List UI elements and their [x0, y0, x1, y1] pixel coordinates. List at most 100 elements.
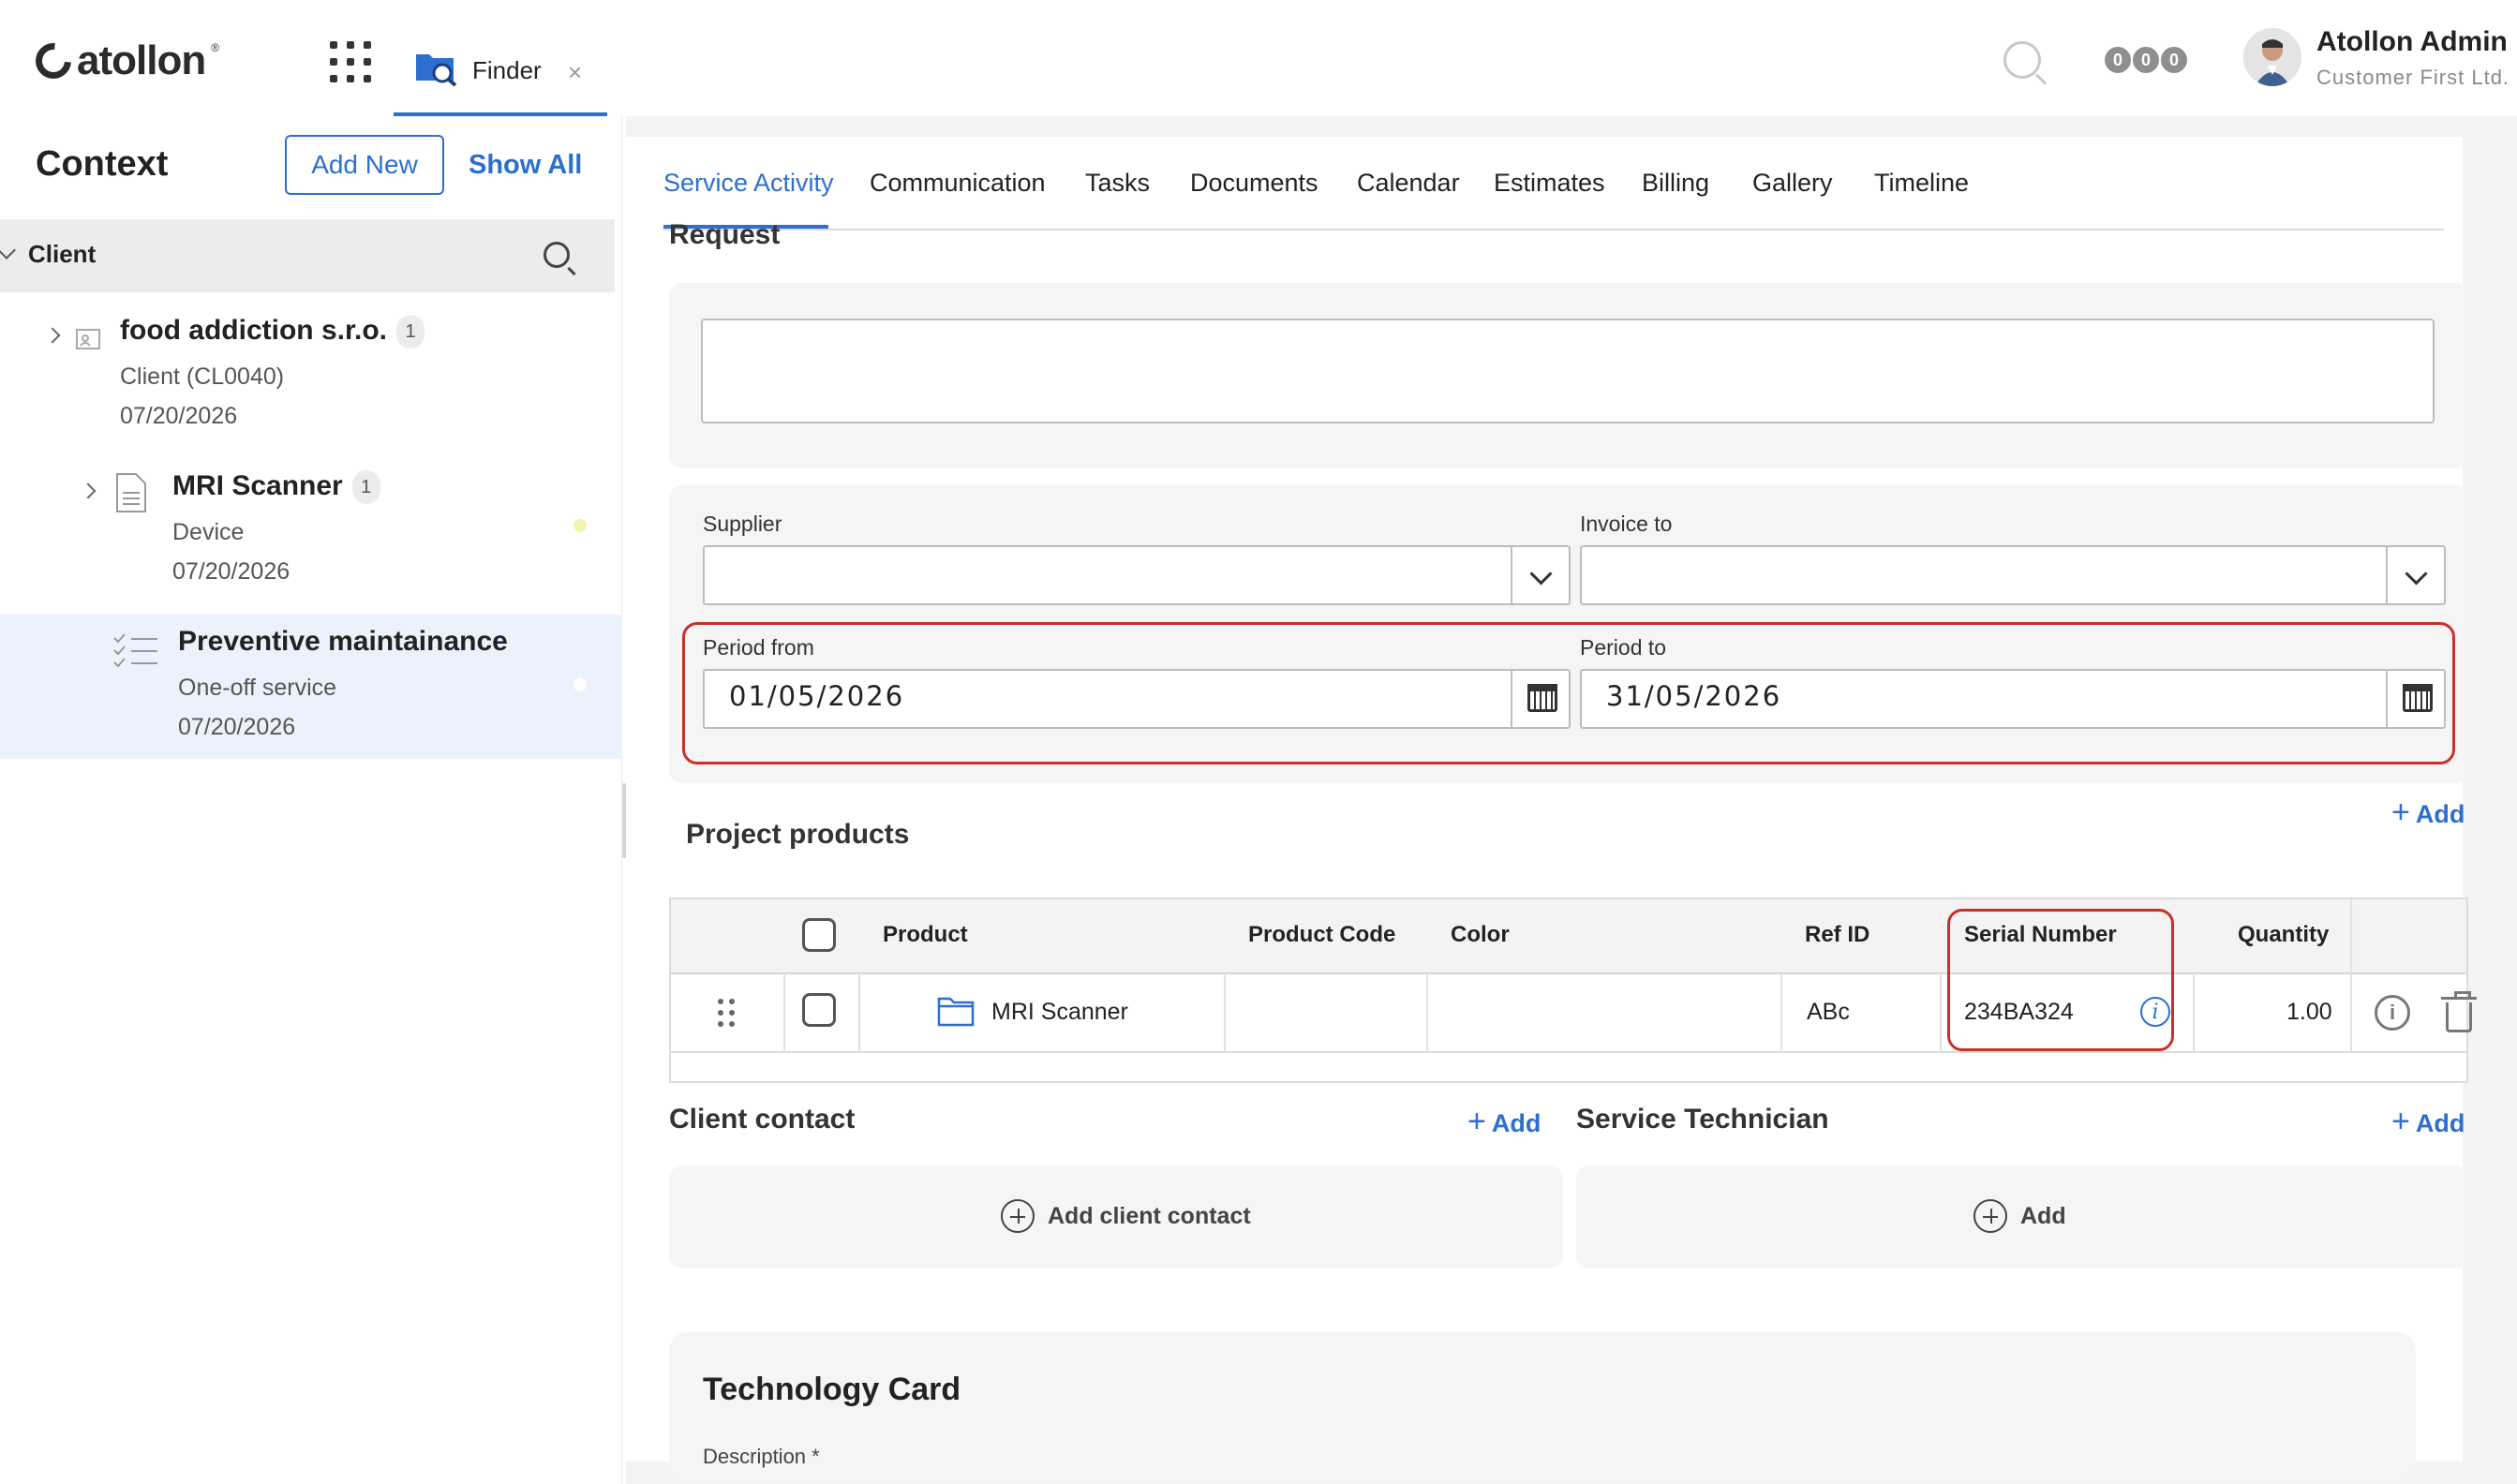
supplier-select[interactable]: [703, 545, 1571, 605]
tree-item-subtitle: Device: [172, 519, 245, 545]
add-client-contact-link[interactable]: + Add: [1467, 1104, 1541, 1140]
table-row[interactable]: MRI Scanner ABc 234BA324 i 1.00 i: [671, 974, 2477, 1053]
plus-icon: +: [1467, 1104, 1486, 1139]
trash-icon[interactable]: [2441, 991, 2477, 1032]
add-service-technician-button[interactable]: Add: [1973, 1199, 2066, 1233]
supplier-label: Supplier: [703, 512, 782, 536]
checklist-icon: [113, 633, 157, 667]
tab-bar: Service Activity Communication Tasks Doc…: [663, 156, 2444, 230]
plus-icon: +: [2391, 794, 2410, 830]
project-products-title: Project products: [686, 819, 910, 850]
chevron-down-icon[interactable]: [1511, 547, 1569, 603]
client-search-icon[interactable]: [544, 242, 570, 268]
top-bar: atollon ® Finder × 0 0 0 Atollon Admin C…: [0, 0, 2517, 116]
drag-handle-icon[interactable]: [718, 999, 737, 1027]
description-label-text: Description: [703, 1445, 807, 1468]
count-badge: 1: [351, 470, 380, 505]
products-table: Product Product Code Color Ref ID Serial…: [669, 898, 2477, 1083]
notification-count[interactable]: 0: [2103, 45, 2133, 75]
context-title: Context: [36, 144, 169, 184]
technology-card: Technology Card Description *: [669, 1332, 2416, 1482]
notification-counters[interactable]: 0 0 0: [2103, 45, 2189, 75]
tab-finder[interactable]: Finder ×: [394, 0, 607, 116]
client-contact-card: Add client contact: [669, 1165, 1563, 1269]
tree-item-subtitle: Client (CL0040): [120, 364, 285, 390]
column-divider: [1780, 974, 1782, 1053]
column-header-product[interactable]: Product: [883, 922, 968, 948]
global-search-icon[interactable]: [2003, 41, 2041, 79]
atollon-logo[interactable]: atollon ®: [28, 36, 220, 86]
logo-registered-mark: ®: [211, 41, 220, 54]
cell-ref-id[interactable]: ABc: [1807, 999, 1850, 1026]
chevron-down-icon[interactable]: [2386, 547, 2444, 603]
technology-card-title: Technology Card: [703, 1372, 961, 1407]
tab-communication[interactable]: Communication: [870, 169, 1046, 198]
column-header-product-code[interactable]: Product Code: [1248, 922, 1395, 948]
cell-quantity[interactable]: 1.00: [2286, 999, 2332, 1026]
close-icon[interactable]: ×: [568, 58, 582, 87]
period-highlight-box: [682, 622, 2455, 764]
cell-product[interactable]: MRI Scanner: [991, 999, 1128, 1026]
column-divider: [1940, 974, 1942, 1053]
row-checkbox[interactable]: [802, 993, 836, 1027]
client-contact-title: Client contact: [669, 1104, 856, 1135]
tab-service-activity[interactable]: Service Activity: [663, 169, 834, 198]
apps-grid-icon[interactable]: [330, 41, 371, 82]
column-divider: [1426, 974, 1428, 1053]
add-product-link[interactable]: + Add: [2391, 794, 2465, 831]
add-client-contact-label: Add: [1491, 1109, 1541, 1137]
tree-item-date: 07/20/2026: [172, 558, 290, 585]
tree-item-client[interactable]: food addiction s.r.o. 1 Client (CL0040) 0…: [0, 313, 622, 453]
client-contact-card-icon: [76, 329, 100, 349]
count-badge: 1: [396, 315, 424, 349]
tree-item-title: MRI Scanner 1: [172, 470, 380, 505]
tree-item-subtitle: One-off service: [178, 675, 337, 701]
user-avatar-icon: [2243, 28, 2301, 86]
invoice-to-select[interactable]: [1580, 545, 2446, 605]
column-divider: [783, 974, 785, 1053]
client-group-header[interactable]: Client: [0, 219, 615, 292]
add-client-contact-button[interactable]: Add client contact: [1001, 1199, 1251, 1233]
main-area: Service Activity Communication Tasks Doc…: [626, 116, 2517, 1484]
notification-count[interactable]: 0: [2159, 45, 2189, 75]
notification-count[interactable]: 0: [2131, 45, 2161, 75]
chevron-right-icon[interactable]: [44, 327, 61, 344]
tree-item-service-selected[interactable]: Preventive maintainance One-off service …: [0, 615, 622, 759]
user-avatar[interactable]: [2243, 28, 2301, 86]
tab-estimates[interactable]: Estimates: [1494, 169, 1605, 198]
row-info-icon[interactable]: i: [2375, 995, 2410, 1031]
service-activity-panel: Service Activity Communication Tasks Doc…: [626, 137, 2477, 1482]
tree-item-title: food addiction s.r.o. 1: [120, 315, 424, 349]
tab-billing[interactable]: Billing: [1642, 169, 1709, 198]
user-name[interactable]: Atollon Admin: [2316, 26, 2508, 58]
tree-item-title-text: food addiction s.r.o.: [120, 315, 387, 346]
chevron-right-icon[interactable]: [80, 482, 97, 499]
column-header-color[interactable]: Color: [1451, 922, 1510, 948]
tab-timeline[interactable]: Timeline: [1874, 169, 1969, 198]
show-all-button[interactable]: Show All: [469, 150, 582, 181]
tree-item-date: 07/20/2026: [120, 403, 238, 429]
serial-number-highlight-box: [1947, 909, 2174, 1051]
column-divider: [2193, 974, 2195, 1053]
tab-calendar[interactable]: Calendar: [1357, 169, 1460, 198]
select-all-checkbox[interactable]: [802, 918, 836, 952]
tree-item-device[interactable]: MRI Scanner 1 Device 07/20/2026: [0, 468, 622, 609]
tree-item-date: 07/20/2026: [178, 714, 296, 740]
add-service-technician-link[interactable]: + Add: [2391, 1104, 2465, 1140]
column-header-ref-id[interactable]: Ref ID: [1805, 922, 1869, 948]
column-header-quantity[interactable]: Quantity: [2238, 922, 2329, 948]
plus-icon: +: [2391, 1104, 2410, 1139]
tab-tasks[interactable]: Tasks: [1085, 169, 1150, 198]
service-technician-card: Add: [1576, 1165, 2468, 1269]
add-service-technician-button-label: Add: [2020, 1202, 2066, 1229]
add-new-button[interactable]: Add New: [285, 135, 444, 195]
request-title: Request: [669, 219, 781, 250]
tab-gallery[interactable]: Gallery: [1752, 169, 1833, 198]
request-textarea[interactable]: [701, 319, 2435, 423]
chevron-down-icon[interactable]: [0, 241, 16, 260]
description-label: Description *: [703, 1445, 820, 1469]
add-service-technician-label: Add: [2415, 1109, 2465, 1137]
tab-documents[interactable]: Documents: [1190, 169, 1318, 198]
plus-circle-icon: [1001, 1199, 1035, 1233]
required-marker: *: [812, 1445, 820, 1468]
